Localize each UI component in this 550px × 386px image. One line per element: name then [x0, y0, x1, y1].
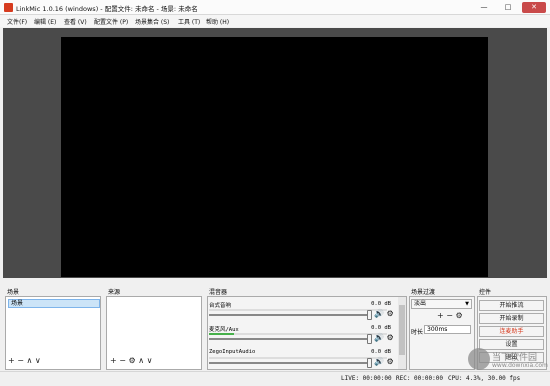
speaker-icon[interactable]: 🔊: [374, 333, 384, 342]
scene-item[interactable]: 场景: [8, 299, 100, 308]
live-timer: LIVE: 00:00:00: [341, 375, 392, 382]
rec-timer: REC: 00:00:00: [396, 375, 443, 382]
volume-slider-handle[interactable]: [367, 310, 372, 320]
menu-view[interactable]: 查看 (V): [64, 17, 87, 26]
mixer-channel-name: 麦克风/Aux: [209, 327, 239, 333]
speaker-icon[interactable]: 🔊: [374, 357, 384, 366]
chevron-down-icon: ▼: [465, 301, 469, 307]
sources-toolbar[interactable]: + − ⚙ ∧ ∨: [110, 356, 152, 365]
menu-file[interactable]: 文件(F): [7, 17, 27, 26]
volume-slider-handle[interactable]: [367, 358, 372, 368]
close-icon[interactable]: ✕: [522, 2, 546, 13]
app-logo-icon: [4, 3, 13, 12]
sources-title: 来源: [108, 289, 121, 296]
transitions-toolbar[interactable]: + − ⚙: [437, 311, 463, 320]
volume-slider[interactable]: [209, 362, 369, 364]
gear-icon[interactable]: ⚙: [387, 309, 394, 318]
start-recording-button[interactable]: 开始录制: [479, 313, 544, 324]
volume-slider-handle[interactable]: [367, 334, 372, 344]
volume-slider[interactable]: [209, 338, 369, 340]
volume-slider[interactable]: [209, 314, 369, 316]
menu-profile[interactable]: 配置文件 (P): [94, 17, 128, 26]
preview-canvas[interactable]: [61, 37, 488, 277]
duration-label: 时长: [411, 329, 424, 336]
start-streaming-button[interactable]: 开始推流: [479, 300, 544, 311]
watermark: 当下软件园 www.downxia.com: [468, 346, 548, 378]
scrollbar-thumb[interactable]: [399, 305, 405, 355]
transition-select[interactable]: 淡出 ▼: [411, 299, 472, 309]
gear-icon[interactable]: ⚙: [387, 333, 394, 342]
mixer-controls: 🔊 ⚙: [374, 309, 394, 318]
mixer-title: 混音器: [209, 289, 228, 296]
menu-bar: 文件(F) 编辑 (E) 查看 (V) 配置文件 (P) 场景集合 (S) 工具…: [0, 15, 550, 27]
watermark-logo-icon: [468, 348, 490, 370]
speaker-icon[interactable]: 🔊: [374, 309, 384, 318]
transitions-title: 场景过渡: [411, 289, 436, 296]
scenes-toolbar[interactable]: + − ∧ ∨: [8, 356, 41, 365]
scenes-title: 场景: [7, 289, 20, 296]
menu-scene-collection[interactable]: 场景集合 (S): [135, 17, 169, 26]
controls-title: 控件: [479, 289, 492, 296]
mixer-scrollbar[interactable]: [398, 297, 406, 369]
linkmic-assistant-button[interactable]: 连麦助手: [479, 326, 544, 337]
volume-meter-level: [209, 333, 234, 335]
maximize-icon[interactable]: □: [499, 2, 517, 13]
window-title: LinkMic 1.0.16 (windows) - 配置文件: 未命名 - 场…: [16, 5, 198, 13]
volume-meter: [209, 333, 387, 335]
minimize-icon[interactable]: —: [475, 2, 493, 13]
menu-help[interactable]: 帮助 (H): [206, 17, 229, 26]
mixer-channel-name: 台式音响: [209, 303, 232, 309]
gear-icon[interactable]: ⚙: [387, 357, 394, 366]
mixer-channel-name: ZegoInputAudio: [209, 349, 256, 355]
volume-meter: [209, 357, 387, 359]
mixer-controls: 🔊 ⚙: [374, 357, 394, 366]
title-bar: LinkMic 1.0.16 (windows) - 配置文件: 未命名 - 场…: [0, 0, 550, 15]
duration-field[interactable]: 300ms: [424, 325, 471, 334]
volume-meter: [209, 309, 387, 311]
transition-select-value: 淡出: [414, 300, 427, 307]
mixer-channel-db: 0.0 dB: [371, 349, 391, 355]
mixer-channel-db: 0.0 dB: [371, 301, 391, 307]
menu-edit[interactable]: 编辑 (E): [34, 17, 56, 26]
menu-tools[interactable]: 工具 (T): [178, 17, 200, 26]
mixer-channel-db: 0.0 dB: [371, 325, 391, 331]
mixer-controls: 🔊 ⚙: [374, 333, 394, 342]
watermark-url: www.downxia.com: [492, 362, 548, 369]
